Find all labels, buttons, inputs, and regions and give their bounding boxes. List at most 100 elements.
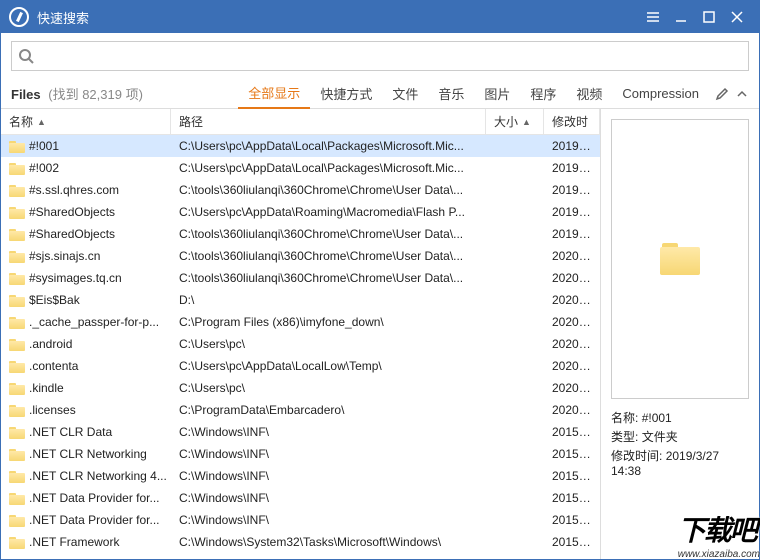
cell-path: C:\Users\pc\AppData\Roaming\Macromedia\F… xyxy=(171,205,486,219)
table-row[interactable]: #SharedObjectsC:\tools\360liulanqi\360Ch… xyxy=(1,223,600,245)
edit-icon[interactable] xyxy=(715,87,729,101)
cell-date: 2020/8/ xyxy=(544,337,600,351)
cell-date: 2015/8/ xyxy=(544,469,600,483)
folder-icon xyxy=(9,250,25,263)
filter-tabs: 全部显示 快捷方式 文件 音乐 图片 程序 视频 Compression xyxy=(238,79,709,108)
column-headers: 名称▲ 路径 大小▲ 修改时 xyxy=(1,109,600,135)
cell-path: C:\Users\pc\AppData\Local\Packages\Micro… xyxy=(171,139,486,153)
table-row[interactable]: .licensesC:\ProgramData\Embarcadero\2020… xyxy=(1,399,600,421)
table-row[interactable]: #!001C:\Users\pc\AppData\Local\Packages\… xyxy=(1,135,600,157)
folder-icon xyxy=(9,338,25,351)
file-rows[interactable]: #!001C:\Users\pc\AppData\Local\Packages\… xyxy=(1,135,600,559)
cell-path: C:\Program Files (x86)\imyfone_down\ xyxy=(171,315,486,329)
table-row[interactable]: .NET CLR Networking 4...C:\Windows\INF\2… xyxy=(1,465,600,487)
table-row[interactable]: #sjs.sinajs.cnC:\tools\360liulanqi\360Ch… xyxy=(1,245,600,267)
cell-date: 2020/8/ xyxy=(544,271,600,285)
cell-path: C:\tools\360liulanqi\360Chrome\Chrome\Us… xyxy=(171,249,486,263)
preview-type: 类型: 文件夹 xyxy=(611,428,749,445)
cell-date: 2020/9/ xyxy=(544,293,600,307)
cell-date: 2019/3/ xyxy=(544,161,600,175)
table-row[interactable]: $Eis$BakD:\2020/9/ xyxy=(1,289,600,311)
table-row[interactable]: .NET Data Provider for...C:\Windows\INF\… xyxy=(1,509,600,531)
folder-icon xyxy=(9,316,25,329)
folder-icon xyxy=(9,448,25,461)
cell-date: 2019/5/ xyxy=(544,183,600,197)
cell-date: 2020/8/ xyxy=(544,315,600,329)
tab-image[interactable]: 图片 xyxy=(474,79,520,108)
col-header-name[interactable]: 名称▲ xyxy=(1,109,171,134)
table-row[interactable]: ._cache_passper-for-p...C:\Program Files… xyxy=(1,311,600,333)
cell-path: C:\Users\pc\ xyxy=(171,381,486,395)
menu-button[interactable] xyxy=(639,1,667,33)
folder-icon xyxy=(9,404,25,417)
tab-music[interactable]: 音乐 xyxy=(428,79,474,108)
table-row[interactable]: #SharedObjectsC:\Users\pc\AppData\Roamin… xyxy=(1,201,600,223)
table-row[interactable]: .kindleC:\Users\pc\2020/9/ xyxy=(1,377,600,399)
folder-icon xyxy=(9,558,25,560)
cell-path: C:\Windows\INF\ xyxy=(171,513,486,527)
maximize-button[interactable] xyxy=(695,1,723,33)
table-row[interactable]: #sysimages.tq.cnC:\tools\360liulanqi\360… xyxy=(1,267,600,289)
table-row[interactable]: .NET CLR NetworkingC:\Windows\INF\2015/8… xyxy=(1,443,600,465)
close-button[interactable] xyxy=(723,1,751,33)
table-row[interactable]: .contentaC:\Users\pc\AppData\LocalLow\Te… xyxy=(1,355,600,377)
chevron-up-icon[interactable] xyxy=(735,87,749,101)
cell-path: C:\ProgramData\Embarcadero\ xyxy=(171,403,486,417)
cell-name: #sjs.sinajs.cn xyxy=(1,249,171,263)
app-logo-icon xyxy=(9,7,29,27)
tab-all[interactable]: 全部显示 xyxy=(238,79,310,109)
cell-path: C:\Windows\System32\Tasks\Microsoft\Wind… xyxy=(171,535,486,549)
search-input[interactable] xyxy=(40,49,742,64)
table-row[interactable]: .NET FrameworkC:\Windows\System32\Tasks\… xyxy=(1,531,600,553)
folder-icon xyxy=(9,514,25,527)
cell-path: C:\tools\360liulanqi\360Chrome\Chrome\Us… xyxy=(171,227,486,241)
folder-icon xyxy=(9,470,25,483)
table-row[interactable]: .NETFrameworkC:\Windows\INF\ 2015/8/ xyxy=(1,553,600,559)
cell-path: C:\Users\pc\ xyxy=(171,337,486,351)
content-area: 名称▲ 路径 大小▲ 修改时 #!001C:\Users\pc\AppData\… xyxy=(1,109,759,559)
col-header-size[interactable]: 大小▲ xyxy=(486,109,544,134)
table-row[interactable]: #!002C:\Users\pc\AppData\Local\Packages\… xyxy=(1,157,600,179)
cell-name: .NETFramework xyxy=(1,557,171,559)
search-box[interactable] xyxy=(11,41,749,71)
table-row[interactable]: .androidC:\Users\pc\ 2020/8/ xyxy=(1,333,600,355)
col-header-path[interactable]: 路径 xyxy=(171,109,486,134)
folder-icon xyxy=(9,184,25,197)
cell-name: .contenta xyxy=(1,359,171,373)
tab-shortcut[interactable]: 快捷方式 xyxy=(310,79,382,108)
col-header-date[interactable]: 修改时 xyxy=(544,109,600,134)
results-label: Files xyxy=(11,87,41,102)
cell-name: .android xyxy=(1,337,171,351)
cell-path: C:\tools\360liulanqi\360Chrome\Chrome\Us… xyxy=(171,271,486,285)
window-title: 快速搜索 xyxy=(37,8,639,27)
tab-program[interactable]: 程序 xyxy=(520,79,566,108)
cell-date: 2015/8/ xyxy=(544,557,600,559)
table-row[interactable]: #s.ssl.qhres.comC:\tools\360liulanqi\360… xyxy=(1,179,600,201)
cell-date: 2020/8/ xyxy=(544,359,600,373)
folder-icon xyxy=(9,492,25,505)
cell-path: C:\Windows\INF\ xyxy=(171,447,486,461)
cell-date: 2019/3/ xyxy=(544,139,600,153)
cell-path: D:\ xyxy=(171,293,486,307)
tab-file[interactable]: 文件 xyxy=(382,79,428,108)
minimize-button[interactable] xyxy=(667,1,695,33)
cell-path: C:\Users\pc\AppData\Local\Packages\Micro… xyxy=(171,161,486,175)
tab-video[interactable]: 视频 xyxy=(566,79,612,108)
cell-date: 2015/8/ xyxy=(544,447,600,461)
tab-compression[interactable]: Compression xyxy=(612,79,709,108)
cell-date: 2020/9/ xyxy=(544,381,600,395)
cell-name: #SharedObjects xyxy=(1,205,171,219)
table-row[interactable]: .NET Data Provider for...C:\Windows\INF\… xyxy=(1,487,600,509)
results-summary: Files (找到 82,319 项) xyxy=(11,84,143,103)
cell-path: C:\Windows\INF\ xyxy=(171,557,486,559)
table-row[interactable]: .NET CLR DataC:\Windows\INF\2015/8/ xyxy=(1,421,600,443)
sort-asc-icon: ▲ xyxy=(522,117,531,127)
cell-name: #!001 xyxy=(1,139,171,153)
search-bar xyxy=(1,33,759,79)
cell-date: 2020/8/ xyxy=(544,249,600,263)
preview-thumbnail xyxy=(611,119,749,399)
folder-icon xyxy=(9,382,25,395)
folder-icon xyxy=(9,162,25,175)
cell-name: .licenses xyxy=(1,403,171,417)
cell-name: .NET Data Provider for... xyxy=(1,513,171,527)
